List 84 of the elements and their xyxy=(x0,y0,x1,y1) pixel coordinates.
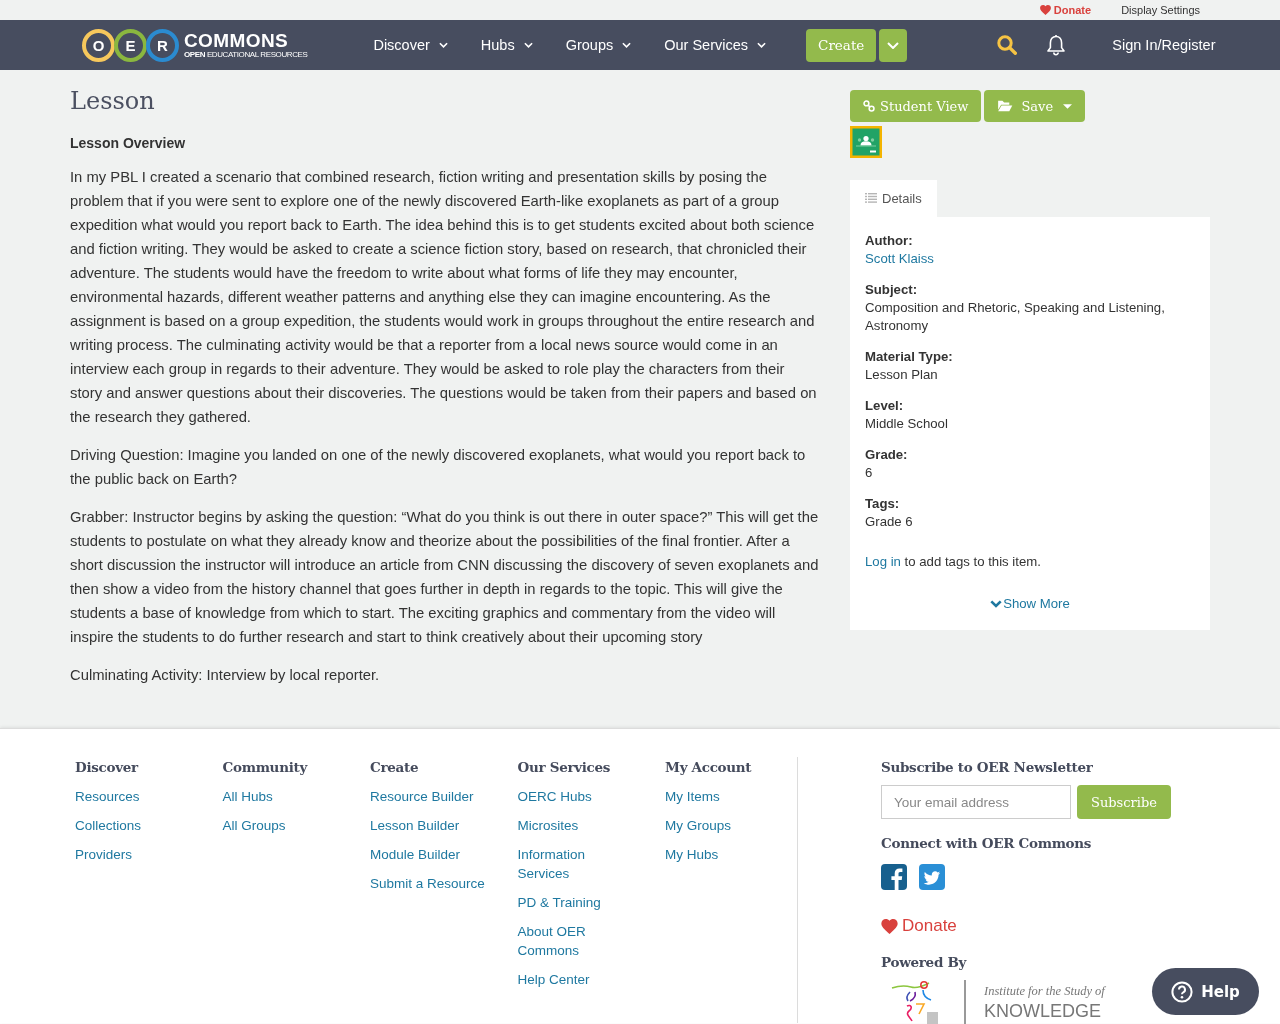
footer-link[interactable]: Information Services xyxy=(517,845,634,883)
email-input[interactable]: Your email address xyxy=(881,785,1071,819)
field-label: Author: xyxy=(865,232,914,250)
heart-icon xyxy=(1039,5,1051,15)
link-icon xyxy=(863,100,875,112)
footer-link[interactable]: Resource Builder xyxy=(370,787,474,806)
search-icon[interactable] xyxy=(997,35,1018,55)
footer-link[interactable]: About OER Commons xyxy=(517,922,634,960)
lesson-paragraph: In my PBL I created a scenario that combined research, fiction writing and presentation skills by posing the problem that if you were sent to explore one of the newly discovered Earth-like exoplanets as part of a group expedition what would you report back to Earth. The idea behind this is to get students excited about both science and fiction writing. They would be asked to create a science fiction story, based on research, that chronicled their adventure. The students would have the freedom to write about what forms of life they may encounter, environmental hazards, different weather patterns and anything else they can imagine encountering. As the assignment is based on a group expedition, the students would work in groups throughout the entire research and writing process. The culminating activity would be that a reporter from a local news source would come in an interview each group in regards to their adventure. They would be asked to role play the characters from their story and answer questions about their discoveries. The questions would be taken from their papers and based on the research they gathered. xyxy=(70,168,818,427)
logo-letter: R xyxy=(146,28,179,62)
classroom-share-icon[interactable] xyxy=(850,126,882,158)
nav-menu-item[interactable]: Our Services xyxy=(664,37,767,53)
chevron-down-icon xyxy=(622,42,632,48)
nav-menu-item[interactable]: Groups xyxy=(565,37,632,53)
footer-link[interactable]: Help Center xyxy=(517,970,590,989)
newsletter-heading: Subscribe to OER Newsletter xyxy=(881,758,1093,777)
field-label: Material Type: xyxy=(865,348,954,366)
lesson-paragraph: Grabber: Instructor begins by asking the question: “What do you think is out there in outer space?” This will get the students to postulate on what they already know and theorize about the possibilities of the final frontier. After a short discussion the instructor will introduce an article from CNN discussing the discovery of seven exoplanets and then show a video from the history channel that goes further in depth in regards to the topic. This will give the students a base of knowledge from which to start. The exciting graphics and commentary from the video will inspire the students to do further research and start to think creatively about their upcoming story xyxy=(70,508,820,647)
footer-heading: Our Services xyxy=(517,758,611,777)
heart-icon xyxy=(881,918,898,934)
chevron-down-icon xyxy=(523,42,533,48)
footer-link[interactable]: Submit a Resource xyxy=(370,874,485,893)
footer-link[interactable]: Lesson Builder xyxy=(370,816,460,835)
help-button[interactable]: Help xyxy=(1152,968,1259,1015)
partner-tagline: Institute for the Study of xyxy=(984,983,1105,1000)
field-value: 6 xyxy=(865,464,874,482)
field-label: Level: xyxy=(865,397,905,415)
lesson-paragraph: Driving Question: Imagine you landed on one of the newly discovered exoplanets, what would you report back to the public back on Earth? xyxy=(70,446,807,489)
chevron-down-icon xyxy=(438,42,448,48)
tags-note: Log in to add tags to this item. xyxy=(865,553,1042,571)
chevron-down-icon xyxy=(887,41,900,49)
footer-link[interactable]: PD & Training xyxy=(517,893,601,912)
logo-letter: E xyxy=(114,28,147,62)
login-link[interactable]: Log in xyxy=(865,554,901,569)
footer-link[interactable]: Module Builder xyxy=(370,845,461,864)
display-settings-link[interactable]: Display Settings xyxy=(1121,4,1200,16)
nav-menu-item[interactable]: Hubs xyxy=(480,37,533,53)
connect-heading: Connect with OER Commons xyxy=(881,834,1092,853)
folder-icon xyxy=(997,100,1014,112)
lesson-paragraph: Culminating Activity: Interview by local reporter. xyxy=(70,666,381,685)
footer-link[interactable]: My Hubs xyxy=(665,845,719,864)
section-heading: Lesson Overview xyxy=(70,134,187,153)
footer-link[interactable]: Microsites xyxy=(517,816,579,835)
author-link[interactable]: Scott Klaiss xyxy=(865,250,1195,268)
caret-icon xyxy=(1063,103,1073,109)
bell-icon[interactable] xyxy=(1046,34,1067,56)
nav-menu-item[interactable]: Discover xyxy=(373,37,448,53)
details-tab[interactable]: Details xyxy=(850,180,937,217)
page-title: Lesson xyxy=(70,86,156,116)
show-more-link[interactable]: Show More xyxy=(990,595,1070,613)
chevron-down-icon xyxy=(757,42,767,48)
field-value: Lesson Plan xyxy=(865,366,939,384)
facebook-icon[interactable] xyxy=(881,864,907,890)
partner-wordmark: KNOWLEDGE xyxy=(984,1000,1103,1022)
footer-link[interactable]: All Hubs xyxy=(222,787,273,806)
footer-link[interactable]: OERC Hubs xyxy=(517,787,592,806)
footer-heading: Community xyxy=(222,758,307,777)
footer-link[interactable]: Providers xyxy=(75,845,133,864)
logo-wordmark: COMMONS xyxy=(184,31,290,50)
footer-link[interactable]: My Items xyxy=(665,787,720,806)
footer-link[interactable]: Resources xyxy=(75,787,140,806)
footer-heading: Create xyxy=(370,758,419,777)
footer-link[interactable]: All Groups xyxy=(222,816,286,835)
donate-link[interactable]: Donate xyxy=(1039,4,1092,16)
chevron-down-icon xyxy=(990,600,1003,608)
donate-link[interactable]: Donate xyxy=(881,915,957,937)
powered-by-heading: Powered By xyxy=(881,953,967,972)
sign-in-link[interactable]: Sign In/Register xyxy=(1112,37,1216,53)
help-icon xyxy=(1171,980,1194,1003)
field-value: Grade 6 xyxy=(865,513,914,531)
list-icon xyxy=(865,193,877,203)
footer-heading: My Account xyxy=(665,758,752,777)
field-label: Subject: xyxy=(865,281,919,299)
twitter-icon[interactable] xyxy=(919,864,945,890)
field-value: Middle School xyxy=(865,415,949,433)
footer-link[interactable]: My Groups xyxy=(665,816,732,835)
footer-heading: Discover xyxy=(75,758,138,777)
logo-tagline: OPEN EDUCATIONAL RESOURCES xyxy=(184,51,308,59)
field-label: Tags: xyxy=(865,495,901,513)
create-dropdown-button[interactable] xyxy=(879,28,908,62)
logo-letter: O xyxy=(82,28,115,62)
field-label: Grade: xyxy=(865,446,909,464)
footer-link[interactable]: Collections xyxy=(75,816,142,835)
field-value: Composition and Rhetoric, Speaking and Listening, Astronomy xyxy=(865,299,1166,335)
